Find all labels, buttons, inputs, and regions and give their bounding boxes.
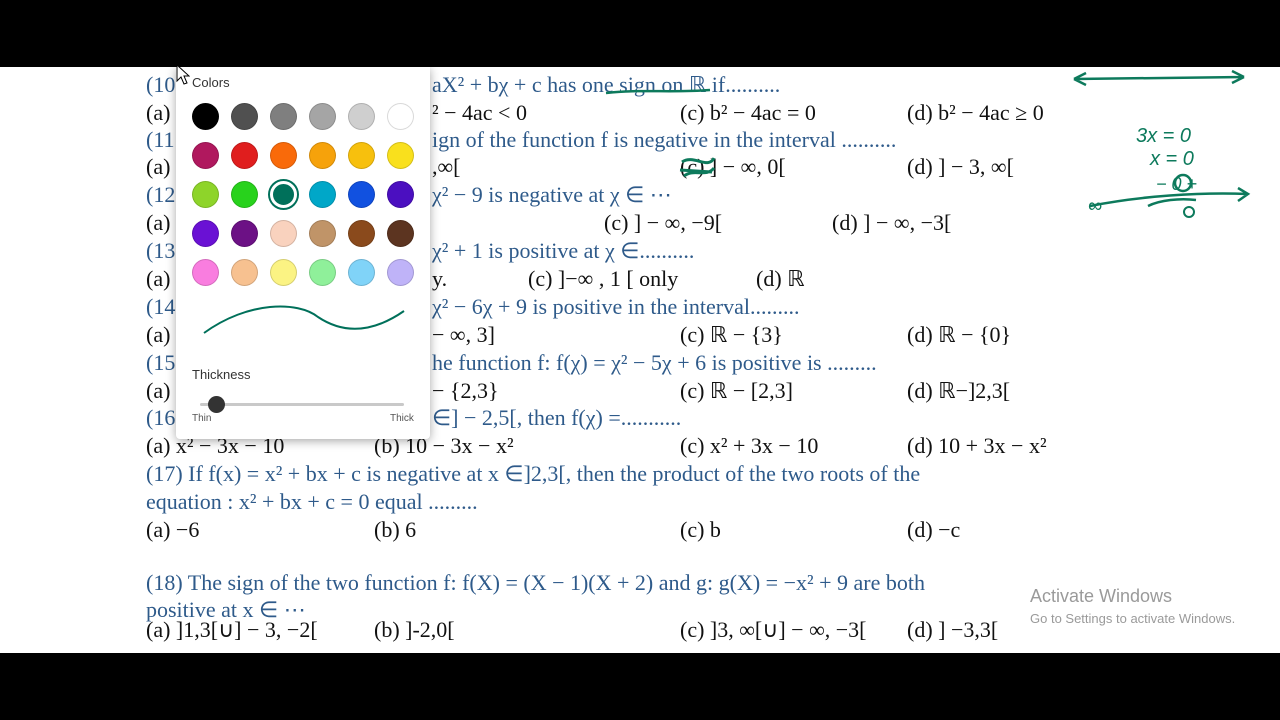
thick-label: Thick — [390, 413, 414, 424]
color-swatch-ffffff[interactable] — [387, 103, 414, 130]
color-swatch-fbf383[interactable] — [270, 259, 297, 286]
ink-scribble — [679, 157, 716, 178]
color-swatch-00705a[interactable] — [270, 181, 297, 208]
color-swatch-b0185e[interactable] — [192, 142, 219, 169]
color-swatch-f9d2be[interactable] — [270, 220, 297, 247]
thin-label: Thin — [192, 413, 212, 424]
hw-signs: − 0 + — [1156, 174, 1197, 194]
color-swatch-f6a20b[interactable] — [309, 142, 336, 169]
color-swatch-bfb3f8[interactable] — [387, 259, 414, 286]
watermark-subtitle: Go to Settings to activate Windows. — [1030, 611, 1236, 626]
hw-line1: 3x = 0 — [1136, 125, 1191, 147]
color-swatch-cfcfcf[interactable] — [348, 103, 375, 130]
color-swatch-f97ddf[interactable] — [192, 259, 219, 286]
color-swatch-505050[interactable] — [231, 103, 258, 130]
color-swatch-6a11d4[interactable] — [192, 220, 219, 247]
thickness-label: Thickness — [192, 367, 251, 382]
color-swatch-f96a0a[interactable] — [270, 142, 297, 169]
hw-inf: ∞ — [1088, 195, 1102, 217]
color-swatch-c09468[interactable] — [309, 220, 336, 247]
color-swatch-5c3420[interactable] — [387, 220, 414, 247]
ink-double-arrow — [1073, 69, 1245, 87]
ink-color-palette: Colors Thickness Thin Thick — [176, 67, 430, 439]
color-swatch-000000[interactable] — [192, 103, 219, 130]
color-swatch-8a4a1c[interactable] — [348, 220, 375, 247]
color-swatch-80d3f8[interactable] — [348, 259, 375, 286]
thickness-slider-handle[interactable] — [208, 396, 226, 413]
color-swatch-f7c190[interactable] — [231, 259, 258, 286]
thickness-slider-track[interactable] — [200, 403, 404, 406]
color-swatch-28d21c[interactable] — [231, 181, 258, 208]
color-swatch-7f7f7f[interactable] — [270, 103, 297, 130]
stroke-preview — [203, 305, 405, 334]
ink-small-circle — [1183, 206, 1195, 218]
color-swatch-a5a5a5[interactable] — [309, 103, 336, 130]
color-swatch-f9e01d[interactable] — [387, 142, 414, 169]
color-swatch-1151e0[interactable] — [348, 181, 375, 208]
hw-line2: x = 0 — [1149, 148, 1194, 170]
palette-title: Colors — [192, 75, 230, 90]
mouse-cursor-icon — [176, 64, 190, 85]
color-swatch-f7c00d[interactable] — [348, 142, 375, 169]
color-swatch-8ed42a[interactable] — [192, 181, 219, 208]
color-swatch-8ff09a[interactable] — [309, 259, 336, 286]
color-swatch-6c1185[interactable] — [231, 220, 258, 247]
color-swatch-4b0fc0[interactable] — [387, 181, 414, 208]
watermark-title: Activate Windows — [1030, 586, 1173, 606]
color-swatch-e01e1e[interactable] — [231, 142, 258, 169]
windows-activation-watermark: Activate Windows Go to Settings to activ… — [1030, 586, 1235, 626]
color-swatch-00a7c8[interactable] — [309, 181, 336, 208]
ink-underline — [605, 88, 711, 95]
